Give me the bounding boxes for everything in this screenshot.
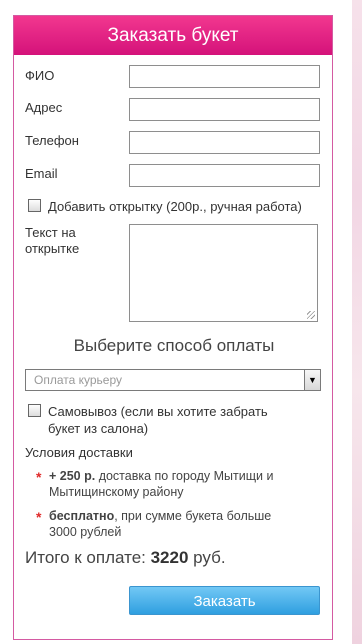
pickup-checkbox[interactable] bbox=[28, 404, 41, 417]
payment-title: Выберите способ оплаты bbox=[73, 336, 275, 355]
pickup-label-line2: букет из салона) bbox=[48, 421, 149, 436]
payment-method-select[interactable]: Оплата курьеру ▼ bbox=[25, 369, 321, 391]
fio-label: ФИО bbox=[25, 68, 55, 83]
add-card-checkbox[interactable] bbox=[28, 199, 41, 212]
phone-input[interactable] bbox=[129, 131, 320, 154]
delivery-condition-line1: + 250 р. доставка по городу Мытищи и bbox=[49, 468, 319, 484]
free-delivery-line1: бесплатно, при сумме букета больше bbox=[49, 508, 319, 524]
pickup-label: Самовывоз (если вы хотите забрать букет … bbox=[48, 403, 268, 437]
card-text-label-line2: открытке bbox=[25, 241, 80, 256]
delivery-condition-line2: Мытищинскому району bbox=[49, 485, 184, 499]
free-delivery-line2: 3000 рублей bbox=[49, 525, 122, 539]
delivery-price: + 250 р. bbox=[49, 469, 96, 483]
delivery-title: Условия доставки bbox=[25, 445, 133, 460]
free-label: бесплатно bbox=[49, 509, 115, 523]
delivery-text: доставка по городу Мытищи и bbox=[95, 469, 274, 483]
bullet-star-icon: * bbox=[36, 509, 42, 525]
email-label: Email bbox=[25, 166, 58, 181]
card-text-label-line1: Текст на bbox=[25, 225, 76, 240]
phone-label: Телефон bbox=[25, 133, 79, 148]
free-text: , при сумме букета больше bbox=[114, 509, 272, 523]
chevron-down-icon[interactable]: ▼ bbox=[304, 370, 320, 390]
delivery-condition: + 250 р. доставка по городу Мытищи и Мыт… bbox=[49, 468, 319, 500]
background-decoration bbox=[352, 0, 362, 644]
total: Итого к оплате: 3220 руб. bbox=[25, 548, 226, 568]
payment-method-value: Оплата курьеру bbox=[34, 373, 123, 387]
bullet-star-icon: * bbox=[36, 469, 42, 485]
form-header: Заказать букет bbox=[14, 16, 332, 55]
order-form-panel: Заказать букет ФИО Адрес Телефон Email Д… bbox=[13, 15, 333, 640]
add-card-label: Добавить открытку (200р., ручная работа) bbox=[48, 199, 302, 214]
free-delivery-condition: бесплатно, при сумме букета больше 3000 … bbox=[49, 508, 319, 540]
address-input[interactable] bbox=[129, 98, 320, 121]
address-label: Адрес bbox=[25, 100, 63, 115]
total-label: Итого к оплате: bbox=[25, 548, 151, 567]
email-input[interactable] bbox=[129, 164, 320, 187]
resize-grip-icon[interactable] bbox=[307, 311, 315, 319]
pickup-label-line1: Самовывоз (если вы хотите забрать bbox=[48, 404, 268, 419]
submit-order-button[interactable]: Заказать bbox=[129, 586, 320, 615]
total-currency: руб. bbox=[188, 548, 226, 567]
card-text-label: Текст на открытке bbox=[25, 225, 79, 257]
fio-input[interactable] bbox=[129, 65, 320, 88]
card-text-textarea[interactable] bbox=[129, 224, 318, 322]
total-amount: 3220 bbox=[150, 548, 189, 567]
